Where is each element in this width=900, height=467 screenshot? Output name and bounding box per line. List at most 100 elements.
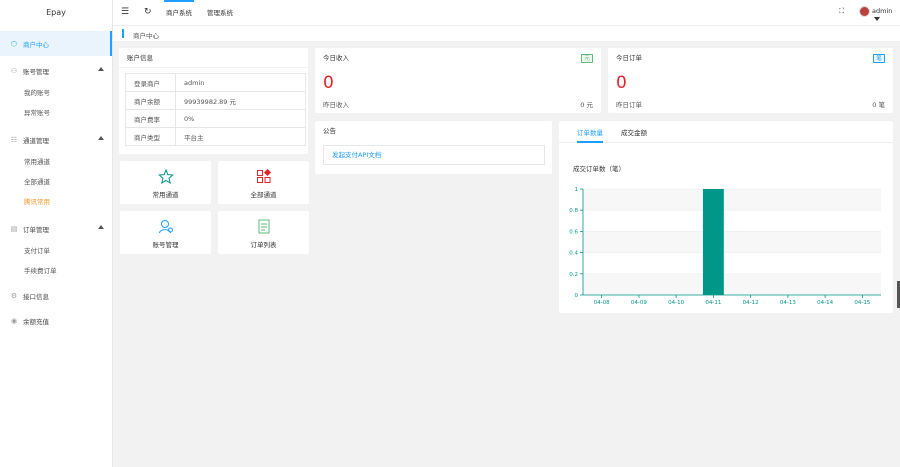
x-tick-label: 04-09 xyxy=(631,300,647,306)
menu-toggle-icon[interactable]: ☰ xyxy=(121,7,129,17)
home-icon: ⬡ xyxy=(10,39,18,48)
info-value: admin xyxy=(175,73,306,92)
sidebar-item-label: 账号管理 xyxy=(23,67,49,76)
fullscreen-icon[interactable]: ⛶ xyxy=(839,7,844,16)
info-key: 商户类型 xyxy=(125,127,176,146)
y-tick-label: 0.4 xyxy=(569,251,578,257)
sidebar: Epay ⬡ 商户中心 ⚇ 账号管理 我的账号 异常账号 ☷ 通道管理 常用通道… xyxy=(0,0,113,467)
tab-merchant-system[interactable]: 商户系统 xyxy=(164,0,194,26)
shortcut-label: 订单列表 xyxy=(250,241,277,249)
chevron-down-icon xyxy=(874,17,880,21)
yesterday-orders-label: 昨日订单 xyxy=(616,101,642,109)
sidebar-item-api-info[interactable]: ⚙ 接口信息 xyxy=(0,283,112,308)
shortcut-label: 全部通道 xyxy=(250,191,277,199)
channel-icon: ☷ xyxy=(10,135,18,144)
sidebar-item-order-management[interactable]: ▤ 订单管理 xyxy=(0,216,112,241)
sidebar-subitem-my-account[interactable]: 我的账号 xyxy=(0,83,112,103)
breadcrumb: 商户中心 xyxy=(113,26,900,42)
yesterday-orders-value: 0 笔 xyxy=(872,101,885,109)
sidebar-item-label: 接口信息 xyxy=(23,292,49,301)
yesterday-income-label: 昨日收入 xyxy=(323,101,349,109)
grid-band xyxy=(583,231,881,253)
sidebar-subitem-tencent-common[interactable]: 腾讯常用 xyxy=(0,192,112,212)
today-orders-title: 今日订单 xyxy=(616,54,642,62)
user-icon: ⚇ xyxy=(10,66,18,75)
notice-link[interactable]: 发起支付API文档 xyxy=(323,145,545,165)
today-income-title: 今日收入 xyxy=(323,54,349,62)
today-income-value: 0 xyxy=(323,73,334,93)
chevron-up-icon xyxy=(98,225,104,229)
breadcrumb-marker xyxy=(122,29,124,38)
today-orders-value: 0 xyxy=(616,73,627,93)
apps-icon xyxy=(218,168,309,183)
avatar[interactable] xyxy=(859,6,870,17)
chart-card: 订单数量 成交金额 成交订单数（笔） 0 0.2 0.4 0.6 0.8 1 04-08 04… xyxy=(559,121,893,313)
sidebar-subitem-all-channel[interactable]: 全部通道 xyxy=(0,172,112,192)
info-key: 商户余额 xyxy=(125,91,176,110)
sidebar-subitem-fee-order[interactable]: 手续费订单 xyxy=(0,261,112,281)
account-info-table: 登录商户 admin 商户余额 99939982.89 元 商户费率 0% 商户类型平… xyxy=(125,73,306,146)
grid-band xyxy=(583,189,881,211)
shortcut-common-channel[interactable]: 常用通道 xyxy=(120,161,211,204)
user-name: admin xyxy=(872,7,893,15)
currency-badge: 元 xyxy=(581,54,593,63)
info-value: 99939982.89 元 xyxy=(175,91,306,110)
api-icon: ⚙ xyxy=(10,291,18,300)
shortcut-all-channel[interactable]: 全部通道 xyxy=(218,161,309,204)
sidebar-item-merchant-center[interactable]: ⬡ 商户中心 xyxy=(0,31,112,56)
tab-admin-system[interactable]: 管理系统 xyxy=(207,0,233,26)
shortcut-order-list[interactable]: 订单列表 xyxy=(218,211,309,254)
sidebar-subitem-abnormal-account[interactable]: 异常账号 xyxy=(0,103,112,123)
notice-card: 公告 发起支付API文档 xyxy=(315,121,552,174)
x-tick-label: 04-15 xyxy=(854,300,870,306)
chevron-up-icon xyxy=(98,136,104,140)
info-key: 登录商户 xyxy=(125,73,176,92)
top-header: ☰ ↻ 商户系统 管理系统 ⛶ admin xyxy=(113,0,900,26)
account-info-title: 账户信息 xyxy=(119,48,308,68)
sidebar-subitem-common-channel[interactable]: 常用通道 xyxy=(0,152,112,172)
sidebar-item-account-management[interactable]: ⚇ 账号管理 xyxy=(0,58,112,83)
chevron-up-icon xyxy=(98,67,104,71)
shortcut-label: 账号管理 xyxy=(152,241,179,249)
star-icon xyxy=(120,168,211,185)
sidebar-item-label: 通道管理 xyxy=(23,136,49,145)
app-logo: Epay xyxy=(46,8,66,17)
y-tick-label: 1 xyxy=(575,187,579,193)
info-value: 0% xyxy=(175,109,306,128)
sidebar-item-label: 商户中心 xyxy=(23,40,49,49)
count-badge: 笔 xyxy=(873,54,885,63)
x-tick-label: 04-13 xyxy=(780,300,796,306)
notice-title: 公告 xyxy=(323,127,336,135)
y-tick-label: 0.6 xyxy=(569,229,578,235)
user-menu[interactable]: admin xyxy=(872,7,900,23)
today-orders-card: 今日订单 笔 0 昨日订单 0 笔 xyxy=(608,48,893,113)
table-row: 商户余额 99939982.89 元 xyxy=(125,91,306,110)
refresh-icon[interactable]: ↻ xyxy=(144,7,152,17)
x-tick-label: 04-14 xyxy=(817,300,833,306)
x-tick-label: 04-12 xyxy=(743,300,759,306)
grid-band xyxy=(583,273,881,295)
y-tick-label: 0 xyxy=(575,293,579,299)
x-tick-label: 04-10 xyxy=(668,300,684,306)
sidebar-item-channel-management[interactable]: ☷ 通道管理 xyxy=(0,127,112,152)
document-icon xyxy=(218,219,309,234)
info-value: 平台主 xyxy=(175,127,306,146)
yesterday-income-value: 0 元 xyxy=(580,101,593,109)
order-chart: 0 0.2 0.4 0.6 0.8 1 04-08 04-09 04-10 04-11 04-12 0… xyxy=(569,187,881,306)
table-row: 商户类型 平台主 xyxy=(125,127,306,146)
shortcut-label: 常用通道 xyxy=(152,191,179,199)
account-info-card: 账户信息 登录商户 admin 商户余额 99939982.89 元 商户费率 0% … xyxy=(119,48,308,154)
table-row: 商户费率 0% xyxy=(125,109,306,128)
breadcrumb-current: 商户中心 xyxy=(133,32,159,40)
shortcut-account-management[interactable]: 账号管理 xyxy=(120,211,211,254)
y-tick-label: 0.2 xyxy=(569,272,578,278)
sidebar-subitem-pay-order[interactable]: 支付订单 xyxy=(0,241,112,261)
x-tick-label: 04-11 xyxy=(705,300,721,306)
today-income-card: 今日收入 元 0 昨日收入 0 元 xyxy=(315,48,601,113)
order-icon: ▤ xyxy=(10,224,18,233)
info-key: 商户费率 xyxy=(125,109,176,128)
x-tick-label: 04-08 xyxy=(594,300,610,306)
wallet-icon: ◉ xyxy=(10,316,18,325)
sidebar-item-balance-recharge[interactable]: ◉ 余额充值 xyxy=(0,308,112,333)
table-row: 登录商户 admin xyxy=(125,73,306,92)
